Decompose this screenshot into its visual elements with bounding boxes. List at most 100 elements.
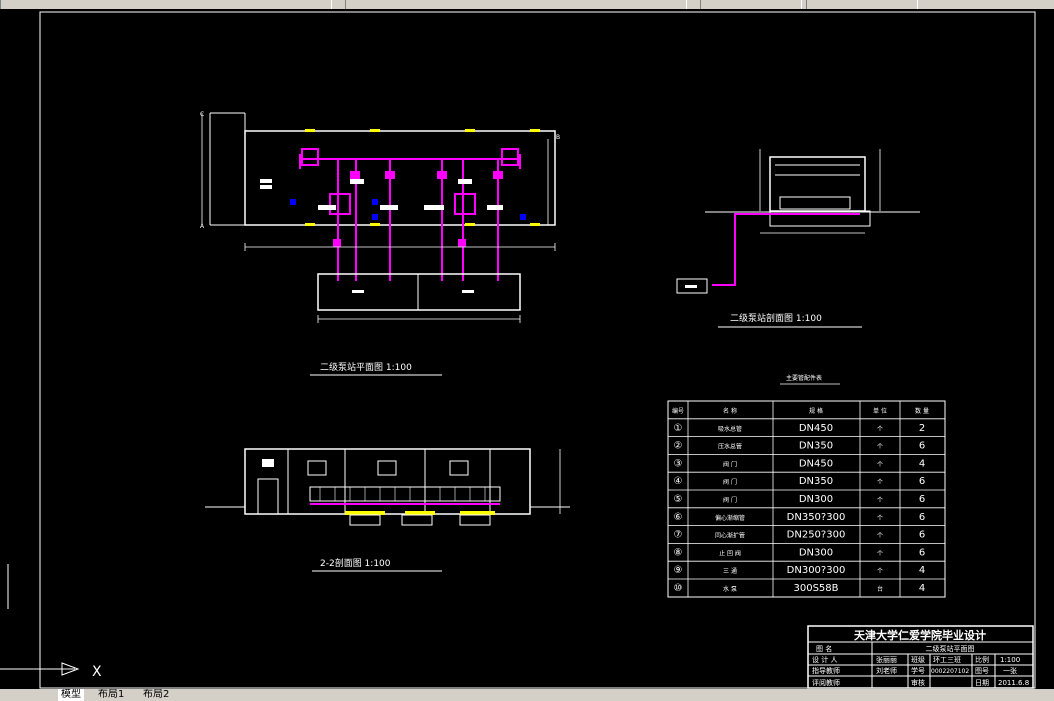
table-cell-spec: DN250?300 xyxy=(787,530,846,541)
tb-advisor-label: 指导教师 xyxy=(812,666,840,675)
section22-title: 2-2剖面图 1:100 xyxy=(320,557,391,569)
table-title: 主要管配件表 xyxy=(786,374,822,382)
table-cell-qty: 6 xyxy=(919,530,925,541)
table-cell-no: ④ xyxy=(674,476,683,487)
table-cell-name: 同心渐扩管 xyxy=(715,532,745,540)
table-cell-spec: DN450 xyxy=(799,458,833,469)
table-cell-qty: 6 xyxy=(919,547,925,558)
table-cell-qty: 4 xyxy=(919,458,925,469)
toolbar-strip xyxy=(0,0,1054,9)
tb-drawing-name: 二级泵站平面图 xyxy=(926,644,975,653)
table-cell-unit: 个 xyxy=(877,426,883,433)
table-cell-unit: 个 xyxy=(877,550,883,557)
tb-sheet-label: 图号 xyxy=(975,667,989,675)
table-cell-unit: 台 xyxy=(877,585,883,593)
table-cell-spec: DN350 xyxy=(799,441,833,452)
tab-layout1[interactable]: 布局1 xyxy=(95,689,127,701)
tb-designer-label: 设 计 人 xyxy=(812,655,837,664)
table-header-cell: 名 称 xyxy=(723,407,737,415)
table-cell-qty: 6 xyxy=(919,441,925,452)
linetype-dropdown[interactable] xyxy=(700,0,802,9)
layout-tab-bar: 模型 布局1 布局2 xyxy=(0,689,1054,701)
table-cell-unit: 个 xyxy=(877,515,883,522)
table-cell-spec: DN300?300 xyxy=(787,565,846,576)
table-cell-qty: 2 xyxy=(919,423,925,434)
table-cell-name: 阀 门 xyxy=(723,496,737,504)
table-cell-name: 止 回 阀 xyxy=(719,549,741,557)
table-cell-spec: DN300 xyxy=(799,547,833,558)
ucs-icon: X xyxy=(0,564,102,680)
table-cell-no: ⑥ xyxy=(674,512,683,523)
table-cell-no: ① xyxy=(674,423,683,434)
table-cell-unit: 个 xyxy=(877,444,883,451)
pump-house-wall xyxy=(244,130,556,226)
ucs-x-label: X xyxy=(92,664,102,680)
parts-table: 主要管配件表 编号 名 称 规 格 单 位 数 量 ① 吸水总管 DN450 个 2 ② 压水总管 DN… xyxy=(667,374,946,598)
plan-view: C B A 二级泵站平面图 1:100 xyxy=(200,111,560,376)
plan-title: 二级泵站平面图 1:100 xyxy=(320,361,412,373)
section-22-view: 2-2剖面图 1:100 xyxy=(205,448,570,572)
school-title: 天津大学仁爱学院毕业设计 xyxy=(854,628,986,642)
table-cell-spec: DN300 xyxy=(799,494,833,505)
tb-class-label: 班级 xyxy=(911,655,925,664)
table-cell-no: ⑩ xyxy=(674,583,683,594)
tb-id: 0002207102 xyxy=(931,668,969,675)
tb-label-name: 图 名 xyxy=(816,644,832,653)
table-cell-spec: 300S58B xyxy=(793,583,838,594)
table-cell-name: 压水总管 xyxy=(718,443,742,451)
table-cell-unit: 个 xyxy=(877,479,883,486)
tab-layout2[interactable]: 布局2 xyxy=(140,689,172,701)
table-cell-qty: 6 xyxy=(919,494,925,505)
axis-label-a: A xyxy=(200,223,205,230)
tab-model[interactable]: 模型 xyxy=(58,689,84,701)
wet-well xyxy=(317,273,521,311)
table-cell-qty: 6 xyxy=(919,512,925,523)
section-view: 二级泵站剖面图 1:100 xyxy=(676,149,920,328)
table-cell-unit: 个 xyxy=(877,461,883,468)
table-header-cell: 规 格 xyxy=(809,407,823,415)
axis-label-b: B xyxy=(556,134,560,141)
table-cell-qty: 4 xyxy=(919,565,925,576)
table-cell-name: 水 泵 xyxy=(723,585,737,593)
tb-advisor: 刘老师 xyxy=(876,666,897,675)
table-cell-name: 阀 门 xyxy=(723,460,737,468)
table-header-cell: 单 位 xyxy=(873,407,887,415)
drawing-canvas[interactable]: C B A 二级泵站平面图 1:100 二级泵站剖面图 1:100 2-2剖面图… xyxy=(0,9,1054,689)
tb-class: 环工三班 xyxy=(933,655,961,664)
table-cell-name: 偏心渐缩管 xyxy=(715,514,745,522)
table-cell-unit: 个 xyxy=(877,568,883,575)
table-cell-name: 阀 门 xyxy=(723,478,737,486)
layer-dropdown[interactable] xyxy=(345,0,687,9)
tb-date: 2011.6.8 xyxy=(998,679,1029,687)
table-cell-name: 吸水总管 xyxy=(718,425,742,433)
tb-sheet: 一张 xyxy=(1003,666,1017,675)
tb-designer: 张丽丽 xyxy=(876,655,897,664)
tb-review-label: 审核 xyxy=(911,678,925,687)
table-cell-unit: 个 xyxy=(877,533,883,540)
table-cell-unit: 个 xyxy=(877,497,883,504)
table-cell-no: ⑧ xyxy=(674,547,683,558)
tb-scale: 1:100 xyxy=(1000,656,1020,664)
table-cell-spec: DN450 xyxy=(799,423,833,434)
table-cell-no: ⑤ xyxy=(674,494,683,505)
table-cell-spec: DN350 xyxy=(799,476,833,487)
table-cell-no: ② xyxy=(674,441,683,452)
table-cell-no: ⑦ xyxy=(674,530,683,541)
table-header-cell: 数 量 xyxy=(915,407,929,415)
axis-label-c: C xyxy=(200,111,204,118)
toolbar-group[interactable] xyxy=(0,0,332,9)
tb-date-label: 日期 xyxy=(975,679,989,687)
table-cell-qty: 4 xyxy=(919,583,925,594)
table-cell-no: ③ xyxy=(674,458,683,469)
drawing-border xyxy=(39,11,1036,689)
table-cell-name: 三 通 xyxy=(723,567,737,575)
tb-reviewer-label: 评阅教师 xyxy=(812,678,840,687)
table-cell-spec: DN350?300 xyxy=(787,512,846,523)
title-block: 天津大学仁爱学院毕业设计 图 名 二级泵站平面图 设 计 人 张丽丽 班级 环工… xyxy=(807,625,1034,689)
table-cell-qty: 6 xyxy=(919,476,925,487)
tb-scale-label: 比例 xyxy=(975,655,989,664)
table-header-cell: 编号 xyxy=(672,407,684,415)
color-dropdown[interactable] xyxy=(806,0,918,9)
table-cell-no: ⑨ xyxy=(674,565,683,576)
tb-id-label: 学号 xyxy=(911,666,925,675)
